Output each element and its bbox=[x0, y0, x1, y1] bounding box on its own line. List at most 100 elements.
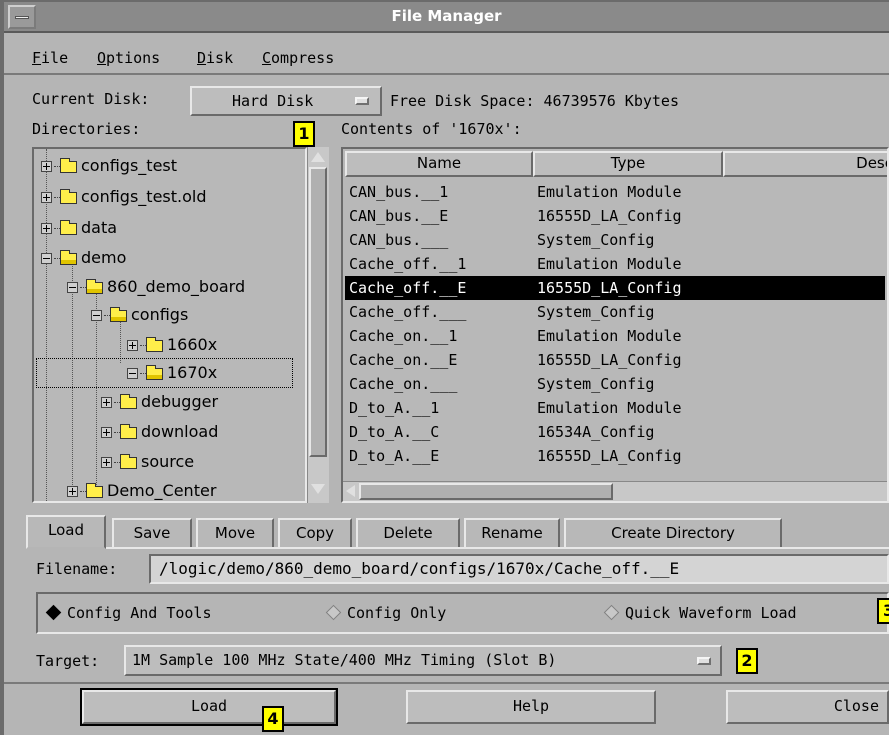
option-menu-icon bbox=[697, 657, 711, 665]
folder-icon bbox=[120, 453, 137, 469]
radio-selected-icon bbox=[45, 604, 62, 621]
scroll-down-icon[interactable] bbox=[311, 484, 325, 494]
menu-file[interactable]: File bbox=[32, 49, 68, 67]
file-row[interactable]: CAN_bus.___ System_Config bbox=[345, 228, 885, 252]
callout-3: 3 bbox=[877, 598, 889, 624]
expand-icon[interactable] bbox=[101, 427, 112, 438]
load-options-group: Config And Tools Config Only Quick Wavef… bbox=[36, 592, 889, 634]
target-select[interactable]: 1M Sample 100 MHz State/400 MHz Timing (… bbox=[124, 645, 722, 676]
open-folder-icon bbox=[110, 306, 127, 322]
tree-node-data[interactable]: data bbox=[41, 214, 117, 242]
radio-config-only[interactable]: Config Only bbox=[325, 604, 446, 622]
scroll-left-icon[interactable] bbox=[346, 485, 355, 497]
folder-icon bbox=[120, 393, 137, 409]
open-folder-icon bbox=[86, 278, 103, 294]
tree-node-debugger[interactable]: debugger bbox=[101, 388, 218, 416]
file-row[interactable]: D_to_A.__E 16555D_LA_Config bbox=[345, 444, 885, 468]
help-button[interactable]: Help bbox=[406, 690, 656, 724]
expand-icon[interactable] bbox=[127, 340, 138, 351]
column-header-description[interactable]: Desc bbox=[723, 151, 887, 177]
close-button[interactable]: Close bbox=[726, 690, 889, 724]
target-label: Target: bbox=[36, 652, 100, 670]
file-list[interactable]: Name Type Desc CAN_bus.__1Emulation Modu… bbox=[341, 147, 889, 503]
expand-icon[interactable] bbox=[41, 192, 52, 203]
callout-1: 1 bbox=[293, 121, 315, 147]
free-disk-space: Free Disk Space: 46739576 Kbytes bbox=[390, 92, 679, 110]
file-row[interactable]: Cache_on.__1 Emulation Module bbox=[345, 324, 885, 348]
menu-compress[interactable]: Compress bbox=[262, 49, 334, 67]
title-bar[interactable]: File Manager bbox=[4, 2, 889, 33]
contents-label: Contents of '1670x': bbox=[341, 120, 522, 138]
tree-node-configs-test[interactable]: configs_test bbox=[41, 152, 177, 180]
expand-icon[interactable] bbox=[41, 161, 52, 172]
radio-quick-waveform-load[interactable]: Quick Waveform Load bbox=[603, 604, 797, 622]
file-row[interactable]: Cache_off.___ System_Config bbox=[345, 300, 885, 324]
file-row[interactable]: Cache_on.___ System_Config bbox=[345, 372, 885, 396]
file-row[interactable]: D_to_A.__C 16534A_Config bbox=[345, 420, 885, 444]
expand-icon[interactable] bbox=[101, 457, 112, 468]
file-row[interactable]: D_to_A.__1 Emulation Module bbox=[345, 396, 885, 420]
tree-node-1660x[interactable]: 1660x bbox=[127, 331, 217, 359]
file-row-selected[interactable]: Cache_off.__E 16555D_LA_Config bbox=[345, 276, 885, 300]
tree-scrollbar[interactable] bbox=[307, 147, 329, 503]
file-list-hscrollbar[interactable] bbox=[343, 481, 887, 501]
current-disk-value: Hard Disk bbox=[232, 92, 314, 110]
column-header-name[interactable]: Name bbox=[345, 151, 533, 177]
collapse-icon[interactable] bbox=[91, 310, 102, 321]
radio-unselected-icon bbox=[603, 604, 620, 621]
file-row[interactable]: CAN_bus.__1 Emulation Module bbox=[345, 180, 885, 204]
tab-load[interactable]: Load bbox=[26, 515, 106, 549]
radio-unselected-icon bbox=[325, 604, 342, 621]
tab-create-directory[interactable]: Create Directory bbox=[564, 518, 782, 548]
file-list-scroll-thumb[interactable] bbox=[359, 483, 613, 500]
menu-options[interactable]: Options bbox=[97, 49, 160, 67]
directory-tree[interactable]: configs_test configs_test.old data demo … bbox=[32, 147, 307, 503]
target-value: 1M Sample 100 MHz State/400 MHz Timing (… bbox=[132, 651, 557, 669]
collapse-icon[interactable] bbox=[127, 368, 138, 379]
tree-node-source[interactable]: source bbox=[101, 448, 194, 476]
open-folder-icon bbox=[60, 249, 77, 265]
collapse-icon[interactable] bbox=[67, 282, 78, 293]
tree-node-configs[interactable]: configs bbox=[91, 301, 188, 329]
current-disk-label: Current Disk: bbox=[32, 90, 150, 108]
option-menu-icon bbox=[355, 97, 369, 105]
scroll-up-icon[interactable] bbox=[311, 152, 325, 162]
tab-rename[interactable]: Rename bbox=[464, 518, 560, 548]
tree-scroll-thumb[interactable] bbox=[309, 167, 327, 457]
radio-config-and-tools[interactable]: Config And Tools bbox=[45, 604, 212, 622]
file-manager-window: File Manager File Options Disk Compress … bbox=[0, 0, 889, 735]
filename-input[interactable]: /logic/demo/860_demo_board/configs/1670x… bbox=[149, 554, 889, 584]
load-button[interactable]: Load bbox=[80, 688, 338, 726]
folder-icon bbox=[120, 423, 137, 439]
open-folder-icon bbox=[146, 364, 163, 380]
file-row[interactable]: Cache_on.__E 16555D_LA_Config bbox=[345, 348, 885, 372]
tree-node-demo-center[interactable]: Demo_Center bbox=[67, 477, 216, 501]
tree-node-download[interactable]: download bbox=[101, 418, 218, 446]
tab-copy[interactable]: Copy bbox=[278, 518, 352, 548]
tree-node-860-demo-board[interactable]: 860_demo_board bbox=[67, 273, 245, 301]
expand-icon[interactable] bbox=[101, 397, 112, 408]
expand-icon[interactable] bbox=[41, 223, 52, 234]
folder-icon bbox=[86, 482, 103, 498]
file-row[interactable]: Cache_off.__1 Emulation Module bbox=[345, 252, 885, 276]
tree-node-demo[interactable]: demo bbox=[41, 244, 126, 272]
file-row[interactable]: CAN_bus.__E 16555D_LA_Config bbox=[345, 204, 885, 228]
tree-node-configs-test-old[interactable]: configs_test.old bbox=[41, 183, 207, 211]
tab-delete[interactable]: Delete bbox=[356, 518, 460, 548]
tab-save[interactable]: Save bbox=[112, 518, 192, 548]
folder-icon bbox=[60, 157, 77, 173]
menu-bar: File Options Disk Compress bbox=[4, 35, 889, 75]
column-header-type[interactable]: Type bbox=[533, 151, 723, 177]
callout-4: 4 bbox=[262, 706, 284, 732]
tab-move[interactable]: Move bbox=[196, 518, 274, 548]
collapse-icon[interactable] bbox=[41, 253, 52, 264]
folder-icon bbox=[146, 336, 163, 352]
folder-icon bbox=[60, 219, 77, 235]
filename-label: Filename: bbox=[36, 560, 118, 578]
window-title: File Manager bbox=[391, 7, 502, 25]
menu-disk[interactable]: Disk bbox=[197, 49, 233, 67]
current-disk-select[interactable]: Hard Disk bbox=[190, 86, 382, 116]
folder-icon bbox=[60, 188, 77, 204]
expand-icon[interactable] bbox=[67, 486, 78, 497]
tree-node-1670x[interactable]: 1670x bbox=[36, 358, 293, 388]
